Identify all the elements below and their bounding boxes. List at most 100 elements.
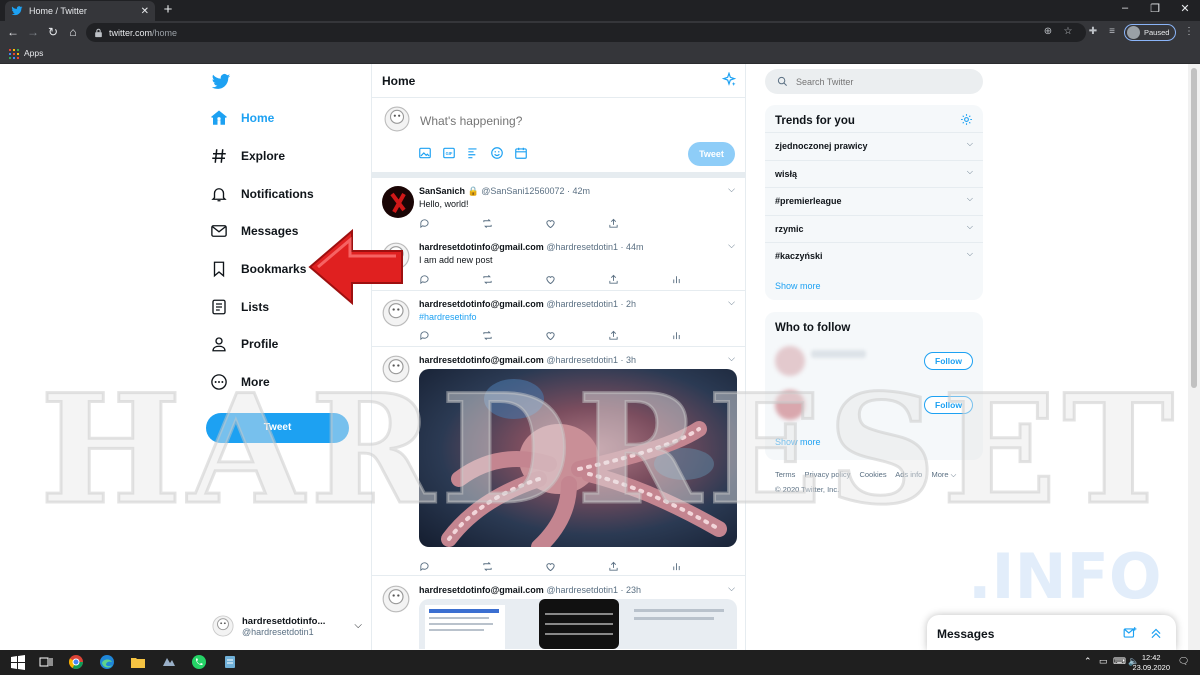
follow-suggestion[interactable]: Follow [765,384,983,426]
like-icon[interactable] [545,272,608,285]
gif-icon[interactable]: GIF [442,146,458,162]
chevron-down-icon[interactable]: ⌵ [967,249,973,259]
notification-center-icon[interactable]: 🗨 [1178,656,1189,667]
media-icon[interactable]: ≡ [1104,24,1120,40]
tweet-author[interactable]: hardresetdotinfo@gmail.com [419,299,544,309]
trend-item[interactable]: #kaczyński ⌵ [765,242,983,269]
kebab-menu-icon[interactable]: ⋮ [1181,24,1197,40]
new-message-icon[interactable] [1123,626,1137,640]
cookies-link[interactable]: Cookies [859,470,886,479]
gear-icon[interactable] [960,113,973,126]
like-icon[interactable] [545,216,608,229]
chevron-down-icon[interactable]: ⌵ [728,184,735,195]
tweet-item[interactable]: hardresetdotinfo@gmail.com @hardresetdot… [372,291,745,347]
restore-button[interactable]: ❐ [1140,2,1170,15]
follow-suggestion[interactable]: Follow [765,340,983,382]
reply-icon[interactable] [419,216,482,229]
analytics-icon[interactable] [671,272,734,284]
home-browser-icon[interactable]: ⌂ [65,24,81,40]
apps-bookmark[interactable]: Apps [24,48,43,58]
tweet-image-octopus[interactable] [419,369,737,547]
chevron-down-icon[interactable]: ⌵ [728,297,735,308]
share-icon[interactable] [608,328,671,340]
nav-item-bookmarks[interactable]: Bookmarks [210,254,306,284]
trend-item[interactable]: zjednoczonej prawicy ⌵ [765,132,983,159]
nav-item-home[interactable]: Home [210,103,274,133]
retweet-icon[interactable] [482,272,545,284]
notes-app-icon[interactable] [222,654,238,670]
tweet-author[interactable]: hardresetdotinfo@gmail.com [419,355,544,365]
follow-show-more-link[interactable]: Show more [775,437,821,447]
chevron-down-icon[interactable]: ⌵ [728,583,735,594]
emoji-icon[interactable] [490,146,506,162]
tweet-author[interactable]: hardresetdotinfo@gmail.com [419,585,544,595]
schedule-icon[interactable] [514,146,530,162]
nav-item-lists[interactable]: Lists [210,292,269,322]
star-icon[interactable]: ☆ [1060,24,1076,40]
site-info-icon[interactable]: ⊕ [1040,24,1056,40]
compose-input[interactable] [420,114,690,128]
tweet-item[interactable]: hardresetdotinfo@gmail.com @hardresetdot… [372,347,745,576]
tweet-image-screenshot[interactable] [419,599,737,649]
tab-close-icon[interactable]: ✕ [141,6,149,17]
windows-start-icon[interactable] [10,654,26,670]
chevron-up-icon[interactable] [1149,626,1163,640]
reply-icon[interactable] [419,272,482,285]
chevron-down-icon[interactable]: ⌵ [728,240,735,251]
messages-drawer[interactable]: Messages [927,615,1176,650]
chevron-down-icon[interactable]: ⌵ [967,194,973,204]
analytics-icon[interactable] [671,328,734,340]
compose-tweet-button[interactable]: Tweet [688,142,735,166]
reply-icon[interactable] [419,328,482,341]
image-icon[interactable] [418,146,434,162]
scrollbar-thumb[interactable] [1191,68,1197,388]
ads-info-link[interactable]: Ads info [895,470,922,479]
taskbar-clock[interactable]: 12:42 23.09.2020 [1132,653,1170,673]
close-window-button[interactable]: ✕ [1170,2,1200,15]
minimize-button[interactable]: – [1110,2,1140,14]
terms-link[interactable]: Terms [775,470,795,479]
profile-button[interactable]: Paused [1124,24,1176,41]
nav-item-notifications[interactable]: Notifications [210,179,314,209]
tweet-item[interactable]: hardresetdotinfo@gmail.com @hardresetdot… [372,234,745,291]
footer-more-link[interactable]: More ⌵ [931,470,956,479]
share-icon[interactable] [608,272,671,284]
follow-button[interactable]: Follow [924,396,973,414]
retweet-icon[interactable] [482,328,545,340]
tweet-button[interactable]: Tweet [206,413,349,443]
poll-icon[interactable] [466,146,482,162]
search-input[interactable] [796,76,966,87]
trends-show-more-link[interactable]: Show more [775,281,821,291]
privacy-link[interactable]: Privacy policy [805,470,851,479]
account-switcher[interactable]: hardresetdotinfo... @hardresetdotin1 ⌵ [212,610,362,642]
trend-item[interactable]: rzymic ⌵ [765,215,983,242]
scrollbar[interactable] [1188,64,1200,650]
nav-item-more[interactable]: More [210,367,270,397]
search-box[interactable] [765,69,983,94]
like-icon[interactable] [545,328,608,341]
chevron-up-icon[interactable]: ⌃ [1084,656,1092,667]
forward-icon[interactable]: → [25,24,41,40]
tweet-author[interactable]: SanSanich [419,186,465,196]
address-bar[interactable]: twitter.com/home [86,23,1086,42]
whatsapp-icon[interactable] [191,654,207,670]
chevron-down-icon[interactable]: ⌵ [967,222,973,232]
like-icon[interactable] [545,559,608,572]
back-icon[interactable]: ← [5,24,21,40]
reply-icon[interactable] [419,559,482,572]
tweet-item[interactable]: hardresetdotinfo@gmail.com @hardresetdot… [372,577,745,650]
apps-grid-icon[interactable] [9,49,19,59]
nav-item-profile[interactable]: Profile [210,329,278,359]
chevron-down-icon[interactable]: ⌵ [728,353,735,364]
hashtag-link[interactable]: #hardresetinfo [419,312,477,322]
chevron-down-icon[interactable]: ⌵ [967,139,973,149]
browser-tab[interactable]: Home / Twitter ✕ [5,1,155,21]
network-icon[interactable]: ⌨ [1113,656,1126,667]
reload-icon[interactable]: ↻ [45,24,61,40]
retweet-icon[interactable] [482,216,545,228]
nav-item-messages[interactable]: Messages [210,216,298,246]
trend-item[interactable]: wisłą ⌵ [765,160,983,187]
trend-item[interactable]: #premierleague ⌵ [765,187,983,214]
sparkle-icon[interactable] [721,72,737,88]
chevron-down-icon[interactable]: ⌵ [967,167,973,177]
